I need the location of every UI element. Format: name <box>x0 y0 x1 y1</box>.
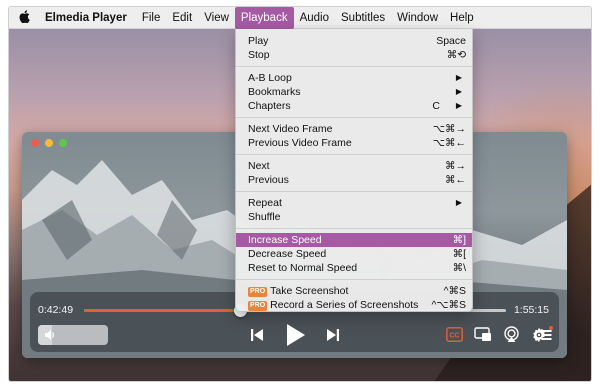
airplay-icon <box>504 326 519 342</box>
menu-file[interactable]: File <box>136 7 167 29</box>
menu-separator <box>236 66 472 67</box>
minimize-window-button[interactable] <box>45 139 53 147</box>
pip-icon <box>474 327 491 341</box>
menu-item-reset-speed[interactable]: Reset to Normal Speed ⌘\ <box>236 261 472 275</box>
menu-item-label: Next <box>248 160 270 172</box>
pro-badge: PRO <box>248 287 268 297</box>
time-elapsed: 0:42:49 <box>38 304 74 316</box>
window-controls <box>31 139 67 147</box>
menu-separator <box>236 154 472 155</box>
menu-item-bookmarks[interactable]: Bookmarks ▶ <box>236 85 472 99</box>
menu-item-label: Previous Video Frame <box>248 137 352 149</box>
menu-item-label: Stop <box>248 49 270 61</box>
menu-item-shuffle[interactable]: Shuffle <box>236 210 472 224</box>
zoom-window-button[interactable] <box>59 139 67 147</box>
menu-item-label: Increase Speed <box>248 234 322 246</box>
menu-item-label: Play <box>248 35 269 47</box>
close-window-button[interactable] <box>31 139 39 147</box>
menu-item-shortcut: ⌥⌘← <box>432 137 466 149</box>
menu-item-stop[interactable]: Stop ⌘⟲ <box>236 48 472 62</box>
menu-item-label: Bookmarks <box>248 86 301 98</box>
playlist-icon <box>538 326 553 340</box>
apple-menu-icon[interactable] <box>9 9 39 26</box>
menu-view[interactable]: View <box>198 7 235 29</box>
play-button[interactable] <box>282 321 308 349</box>
cc-label: CC <box>449 333 459 340</box>
menu-item-play[interactable]: Play Space <box>236 34 472 48</box>
subtitles-button[interactable]: CC <box>445 325 464 344</box>
menu-item-label: Chapters <box>248 100 291 112</box>
menu-separator <box>236 191 472 192</box>
airplay-button[interactable] <box>502 325 521 344</box>
submenu-arrow-icon: ▶ <box>455 101 462 110</box>
menu-item-shortcut: ⌥⌘→ <box>432 123 466 135</box>
menu-help[interactable]: Help <box>444 7 480 29</box>
menu-item-shortcut: ^⌘S <box>443 285 466 297</box>
menu-item-increase-speed[interactable]: Increase Speed ⌘] <box>236 233 472 247</box>
menu-item-take-screenshot[interactable]: PRO Take Screenshot ^⌘S <box>236 284 472 298</box>
menu-item-label: Record a Series of Screenshots <box>270 299 419 311</box>
menu-item-next-frame[interactable]: Next Video Frame ⌥⌘→ <box>236 122 472 136</box>
screenshot-frame: Elmedia Player File Edit View Playback A… <box>8 6 592 382</box>
picture-in-picture-button[interactable] <box>473 325 493 344</box>
menu-item-label: Take Screenshot <box>270 285 349 297</box>
menu-window[interactable]: Window <box>391 7 444 29</box>
menu-separator <box>236 279 472 280</box>
menu-bar: Elmedia Player File Edit View Playback A… <box>9 7 591 29</box>
menu-item-repeat[interactable]: Repeat ▶ <box>236 196 472 210</box>
menu-separator <box>236 228 472 229</box>
menu-item-shortcut: ^⌥⌘S <box>431 299 466 311</box>
menu-item-chapters[interactable]: Chapters C ▶ <box>236 99 472 113</box>
skip-forward-icon <box>327 329 339 341</box>
menu-item-label: A-B Loop <box>248 72 292 84</box>
menu-item-shortcut: Space <box>436 35 466 47</box>
skip-back-icon <box>251 329 263 341</box>
seek-bar-progress <box>84 309 241 312</box>
speaker-icon <box>43 328 57 347</box>
menu-item-record-screenshots[interactable]: PRO Record a Series of Screenshots ^⌥⌘S <box>236 298 472 312</box>
menu-item-shortcut: ⌘[ <box>452 248 466 260</box>
menu-item-label: Decrease Speed <box>248 248 327 260</box>
menu-item-shortcut: C <box>432 100 440 112</box>
playlist-button[interactable] <box>536 323 555 345</box>
menu-item-shortcut: ⌘⟲ <box>446 49 466 61</box>
menu-item-label: Repeat <box>248 197 282 209</box>
submenu-arrow-icon: ▶ <box>455 73 462 82</box>
cc-icon: CC <box>446 327 463 342</box>
menu-item-next[interactable]: Next ⌘→ <box>236 159 472 173</box>
menu-item-decrease-speed[interactable]: Decrease Speed ⌘[ <box>236 247 472 261</box>
playback-menu: Play Space Stop ⌘⟲ A-B Loop ▶ Bookmarks ▶ Ch… <box>235 29 473 312</box>
menu-item-shortcut: ⌘← <box>445 174 466 186</box>
menu-item-label: Reset to Normal Speed <box>248 262 358 274</box>
time-remaining: 1:55:15 <box>513 304 549 316</box>
menu-item-ab-loop[interactable]: A-B Loop ▶ <box>236 71 472 85</box>
volume-slider[interactable] <box>38 325 108 345</box>
menu-item-label: Previous <box>248 174 289 186</box>
menu-audio[interactable]: Audio <box>294 7 335 29</box>
menu-app-name[interactable]: Elmedia Player <box>39 7 136 29</box>
menu-edit[interactable]: Edit <box>166 7 198 29</box>
menu-subtitles[interactable]: Subtitles <box>335 7 391 29</box>
previous-button[interactable] <box>247 324 267 346</box>
submenu-arrow-icon: ▶ <box>455 198 462 207</box>
menu-separator <box>236 117 472 118</box>
pro-badge: PRO <box>248 301 268 311</box>
next-button[interactable] <box>323 324 343 346</box>
play-icon <box>287 324 305 346</box>
menu-item-label: Shuffle <box>248 211 281 223</box>
submenu-arrow-icon: ▶ <box>455 87 462 96</box>
menu-item-shortcut: ⌘\ <box>452 262 466 274</box>
menu-item-shortcut: ⌘] <box>452 234 466 246</box>
menu-item-previous[interactable]: Previous ⌘← <box>236 173 472 187</box>
menu-playback[interactable]: Playback <box>234 7 294 29</box>
menu-item-shortcut: ⌘→ <box>445 160 466 172</box>
menu-item-label: Next Video Frame <box>248 123 333 135</box>
menu-item-previous-frame[interactable]: Previous Video Frame ⌥⌘← <box>236 136 472 150</box>
